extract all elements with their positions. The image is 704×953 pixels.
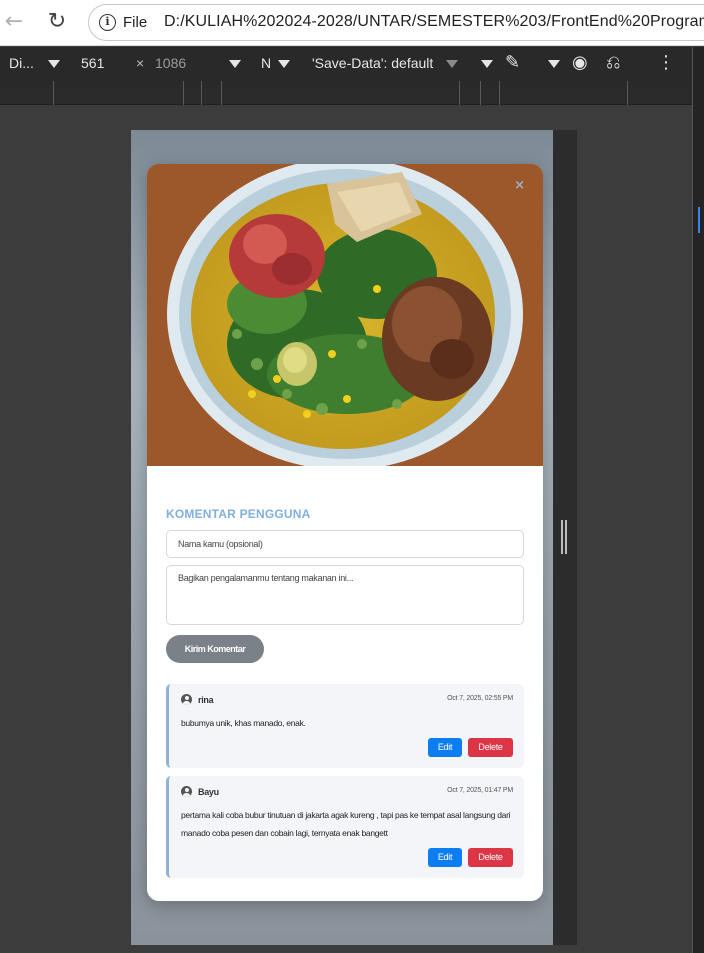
device-toolbar: Di... 561 × 1086 N 'Save-Data': default …: [0, 47, 692, 81]
comment-author: Bayu: [198, 787, 219, 797]
info-icon[interactable]: i: [99, 14, 116, 31]
device-select[interactable]: Di...: [9, 55, 34, 71]
delete-comment-button[interactable]: Delete: [468, 738, 513, 757]
file-scheme-label: File: [123, 14, 148, 31]
edit-comment-button[interactable]: Edit: [428, 848, 462, 867]
close-icon[interactable]: ×: [514, 178, 525, 193]
width-input[interactable]: 561: [81, 55, 104, 71]
comment-card: rina Oct 7, 2025, 02:55 PM bubumya unik,…: [166, 684, 524, 768]
delete-comment-button[interactable]: Delete: [468, 848, 513, 867]
browser-toolbar: ← ↻ i File D:/KULIAH%202024-2028/UNTAR/S…: [0, 0, 704, 46]
edit-comment-button[interactable]: Edit: [428, 738, 462, 757]
comments-section-title: KOMENTAR PENGGUNA: [166, 507, 311, 521]
reload-icon[interactable]: ↻: [44, 9, 70, 35]
eye-icon[interactable]: ◉: [572, 52, 588, 73]
device-dropdown-icon[interactable]: [48, 60, 60, 68]
comment-text: bubumya unik, khas manado, enak.: [181, 718, 306, 728]
save-data-dropdown-icon[interactable]: [446, 60, 458, 68]
more-options-icon[interactable]: ⋮: [657, 52, 675, 73]
throttle-dropdown-icon[interactable]: [278, 60, 290, 68]
user-circle-icon: [181, 786, 192, 797]
throttle-select[interactable]: N: [261, 55, 271, 71]
submit-comment-button[interactable]: Kirim Komentar: [166, 635, 264, 663]
media-query-ruler: [0, 81, 692, 105]
url-text[interactable]: D:/KULIAH%202024-2028/UNTAR/SEMESTER%203…: [164, 13, 704, 31]
more-dropdown-icon[interactable]: [481, 60, 493, 68]
food-photo: [147, 164, 543, 466]
dimension-separator: ×: [136, 55, 145, 71]
sensor-dropdown-icon[interactable]: [548, 60, 560, 68]
address-bar[interactable]: i File D:/KULIAH%202024-2028/UNTAR/SEMES…: [88, 4, 704, 41]
comment-text: pertama kali coba bubur tinutuan di jaka…: [181, 810, 511, 838]
save-data-select[interactable]: 'Save-Data': default: [312, 55, 433, 71]
comment-date: Oct 7, 2025, 01:47 PM: [447, 787, 513, 794]
eyedropper-icon[interactable]: ✎: [505, 52, 520, 73]
comment-textarea[interactable]: Bagikan pengalamanmu tentang makanan ini…: [166, 565, 524, 625]
viewport-resize-handle[interactable]: [561, 520, 567, 554]
user-circle-icon: [181, 694, 192, 705]
comment-date: Oct 7, 2025, 02:55 PM: [447, 695, 513, 702]
rotate-icon[interactable]: ⎌: [606, 52, 620, 73]
zoom-dropdown-icon[interactable]: [229, 60, 241, 68]
comment-card: Bayu Oct 7, 2025, 01:47 PM pertama kali …: [166, 776, 524, 878]
name-input[interactable]: Nama kamu (opsional): [166, 530, 524, 558]
device-viewport: × KOMENTAR PENGGUNA Nama kamu (opsional)…: [131, 130, 553, 945]
food-detail-modal: × KOMENTAR PENGGUNA Nama kamu (opsional)…: [147, 164, 543, 901]
height-input[interactable]: 1086: [155, 55, 186, 71]
comment-author: rina: [198, 695, 214, 705]
back-arrow-icon[interactable]: ←: [2, 10, 26, 34]
devtools-panel-edge: [692, 47, 704, 953]
